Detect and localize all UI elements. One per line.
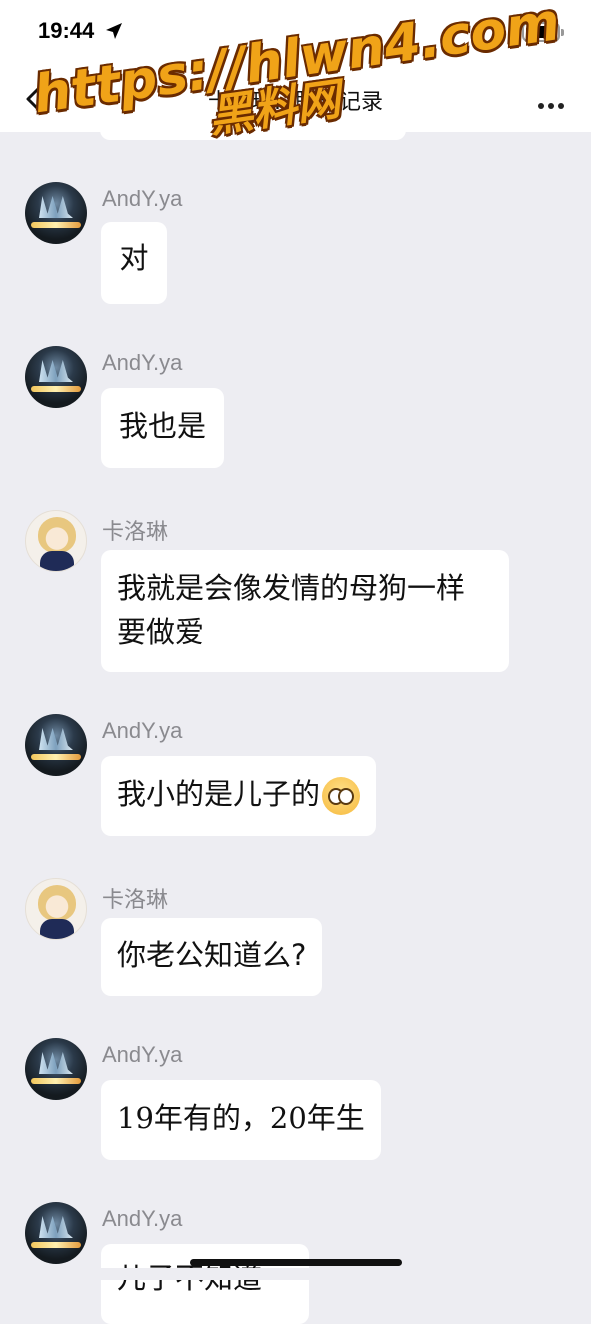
sender-name: 卡洛琳 [102,519,169,544]
pleading-face-emoji-icon [322,777,361,815]
sender-name: AndY.ya [102,350,183,375]
message-bubble[interactable]: 你老公知道么? [101,918,323,996]
message-bubble[interactable]: 19年有的，20年生 [101,1080,381,1160]
message-bubble[interactable]: 儿子不知道 [101,1244,309,1324]
sender-name: 卡洛琳 [102,887,169,912]
sender-name: AndY.ya [102,186,183,211]
message-bubble[interactable]: 对 [101,222,167,304]
status-bar: 19:44 [0,0,591,64]
avatar[interactable] [25,346,87,408]
nav-bar: 卡洛琳...聊天记录 [0,64,591,132]
battery-icon [522,22,564,42]
location-arrow-icon [106,23,122,39]
chevron-left-icon[interactable] [22,84,48,114]
status-time: 19:44 [38,18,95,43]
avatar[interactable] [25,1202,87,1264]
avatar[interactable] [25,714,87,776]
message-bubble[interactable]: 我就是会像发情的母狗一样要做爱 [101,550,509,672]
sender-name: AndY.ya [102,1042,183,1067]
home-indicator[interactable] [190,1259,402,1266]
more-dots-icon[interactable] [538,94,570,109]
sender-name: AndY.ya [102,718,183,743]
screen-bottom-edge [0,1268,591,1280]
page-title: 卡洛琳...聊天记录 [208,90,383,115]
message-text: 我小的是儿子的 [117,777,321,811]
avatar[interactable] [25,182,87,244]
avatar[interactable] [25,510,87,572]
avatar[interactable] [25,878,87,940]
avatar[interactable] [25,1038,87,1100]
sender-name: AndY.ya [102,1206,183,1231]
message-bubble[interactable]: 我也是 [101,388,225,468]
message-bubble[interactable]: 我小的是儿子的 [101,756,377,836]
